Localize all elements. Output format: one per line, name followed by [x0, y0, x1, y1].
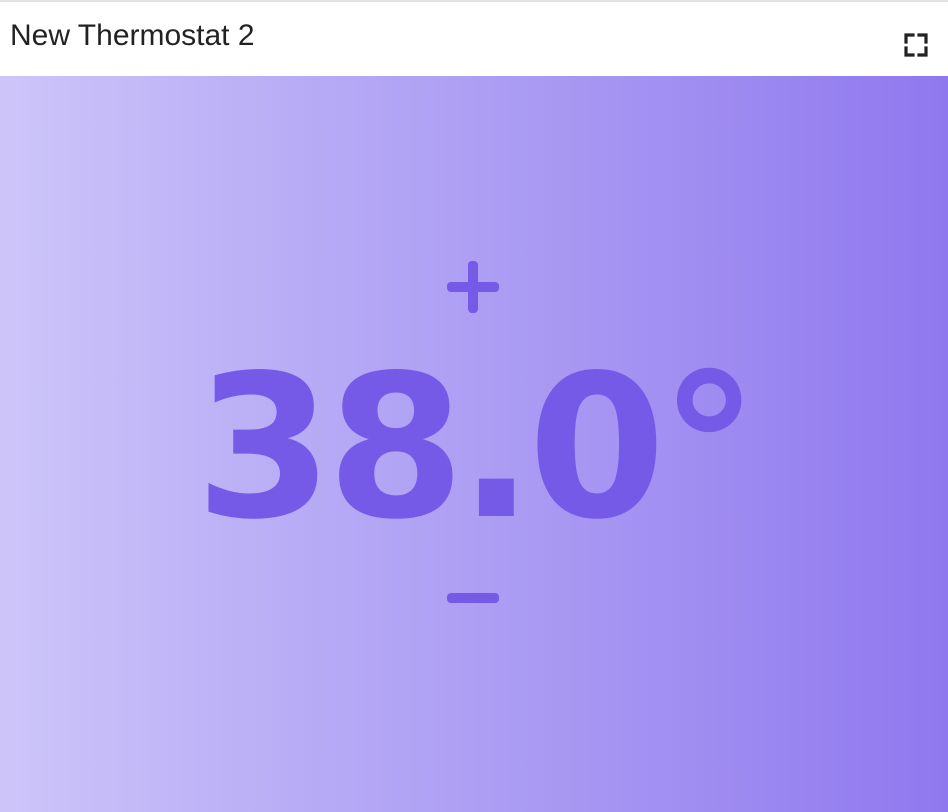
widget-title: New Thermostat 2	[10, 19, 255, 52]
temperature-value: 38.0°	[195, 332, 759, 563]
thermostat-panel: 38.0°	[0, 76, 948, 812]
decrease-temperature-button[interactable]	[446, 586, 500, 610]
fullscreen-expand-button[interactable]	[902, 31, 930, 59]
increase-temperature-button[interactable]	[446, 260, 500, 314]
plus-icon	[447, 261, 499, 313]
fullscreen-expand-icon	[904, 33, 928, 57]
widget-header: New Thermostat 2	[0, 2, 948, 76]
thermostat-widget: New Thermostat 2 38.0°	[0, 0, 948, 812]
minus-icon	[447, 593, 499, 603]
